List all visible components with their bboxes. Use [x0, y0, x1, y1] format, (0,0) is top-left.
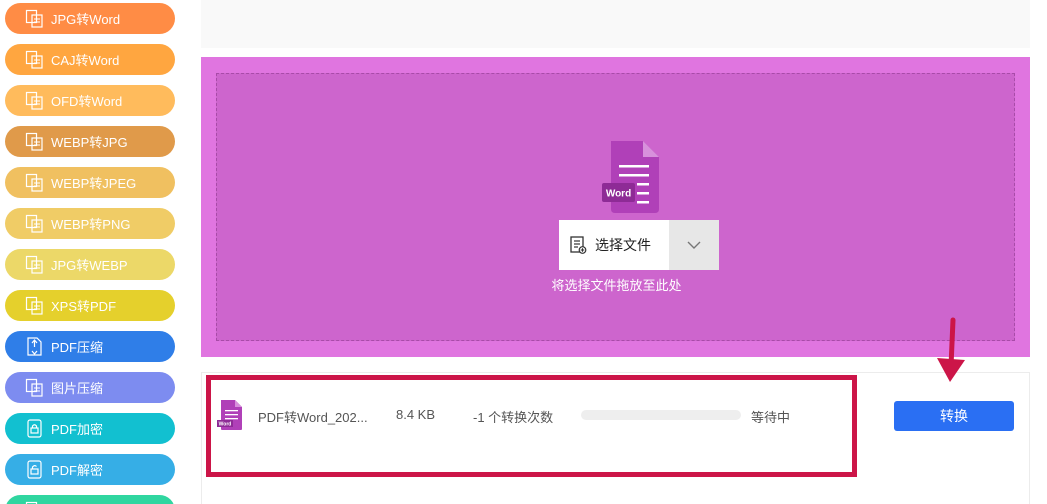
sidebar-item-label: XPS转PDF — [51, 299, 117, 314]
top-strip — [201, 0, 1030, 48]
word-badge-label: Word — [606, 189, 631, 200]
sidebar-item-xps-pdf[interactable]: XPS转PDF — [5, 290, 175, 321]
image-convert-icon — [25, 214, 44, 233]
image-convert-icon — [25, 173, 44, 192]
sidebar-item-item-9[interactable]: 图片压缩 — [5, 372, 175, 403]
sidebar-item-pdf[interactable]: PDF加密 — [5, 413, 175, 444]
compress-icon — [25, 337, 44, 356]
sidebar-item-caj-word[interactable]: CAJ转Word — [5, 44, 175, 75]
sidebar-item-ofd-word[interactable]: OFD转Word — [5, 85, 175, 116]
sidebar-item-label: PDF加密 — [51, 422, 104, 437]
sidebar-item-label: 图片压缩 — [51, 381, 104, 396]
sidebar-item-label: JPG转Word — [51, 12, 121, 27]
image-convert-icon — [25, 132, 44, 151]
drop-hint: 将选择文件拖放至此处 — [551, 278, 682, 293]
sidebar-item-webp-png[interactable]: WEBP转PNG — [5, 208, 175, 239]
select-file-label: 选择文件 — [595, 237, 651, 253]
sidebar-item-jpg-webp[interactable]: JPG转WEBP — [5, 249, 175, 280]
select-file-dropdown[interactable] — [669, 220, 719, 270]
sidebar-item-label: PDF解密 — [51, 463, 104, 478]
file-add-icon — [569, 236, 587, 254]
app-root: JPG转Word CAJ转Word OFD转Word WEBP转JPG WEBP转JPE… — [0, 0, 1047, 504]
sidebar-item-label: WEBP转PNG — [51, 217, 131, 232]
select-file-main[interactable]: 选择文件 — [559, 220, 669, 270]
convert-button[interactable]: 转换 — [894, 401, 1014, 431]
sidebar-item-label: JPG转WEBP — [51, 258, 128, 273]
caj-doc-icon — [25, 50, 44, 69]
image-doc-icon — [25, 9, 44, 28]
sidebar: JPG转Word CAJ转Word OFD转Word WEBP转JPG WEBP转JPE… — [0, 0, 190, 504]
image-convert-icon — [25, 255, 44, 274]
ofd-doc-icon — [25, 91, 44, 110]
sidebar-item-label: PDF压缩 — [51, 340, 104, 355]
sidebar-item-label: WEBP转JPG — [51, 135, 128, 150]
sidebar-item-pdf[interactable]: PDF解密 — [5, 454, 175, 485]
sidebar-item-more[interactable] — [5, 495, 175, 504]
lock-icon — [25, 419, 44, 438]
sidebar-item-label: WEBP转JPEG — [51, 176, 137, 191]
red-arrow-down-icon — [937, 317, 965, 382]
upload-dropzone[interactable]: Word 选择文件 将选择文件拖放至此处 — [201, 57, 1030, 357]
unlock-icon — [25, 460, 44, 479]
sidebar-item-webp-jpg[interactable]: WEBP转JPG — [5, 126, 175, 157]
file-highlight-box — [206, 375, 857, 477]
sidebar-item-pdf[interactable]: PDF压缩 — [5, 331, 175, 362]
sidebar-item-webp-jpeg[interactable]: WEBP转JPEG — [5, 167, 175, 198]
sidebar-item-jpg-word[interactable]: JPG转Word — [5, 3, 175, 34]
chevron-down-icon — [687, 241, 701, 249]
upload-dropzone-inner[interactable]: Word 选择文件 将选择文件拖放至此处 — [216, 73, 1015, 341]
sidebar-item-label: CAJ转Word — [51, 53, 120, 68]
select-file-button[interactable]: 选择文件 — [559, 220, 719, 270]
sidebar-item-label: OFD转Word — [51, 94, 123, 109]
xps-doc-icon — [25, 296, 44, 315]
image-compress-icon — [25, 378, 44, 397]
word-document-icon: Word — [602, 141, 659, 213]
